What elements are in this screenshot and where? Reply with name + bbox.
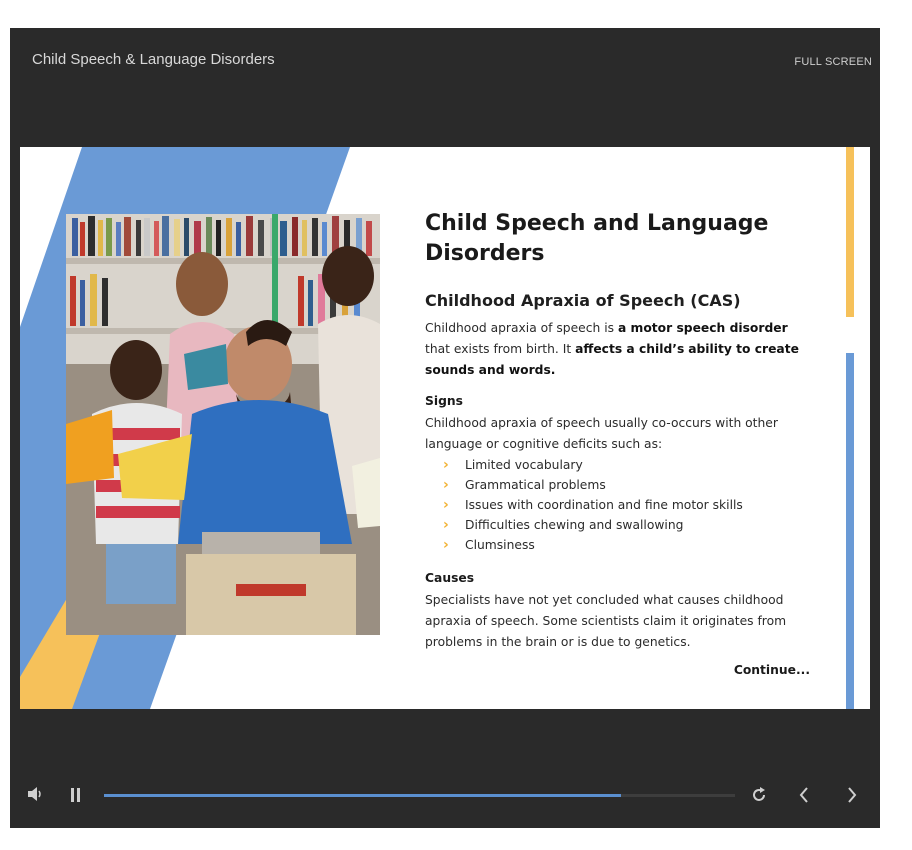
intro-text-1: Childhood apraxia of speech is bbox=[425, 321, 618, 335]
chevron-right-icon: › bbox=[443, 537, 449, 553]
previous-icon[interactable] bbox=[798, 787, 810, 803]
slide-text: Child Speech and Language Disorders Chil… bbox=[425, 209, 810, 677]
chevron-right-icon: › bbox=[443, 477, 449, 493]
signs-heading: Signs bbox=[425, 394, 463, 408]
classroom-photo bbox=[66, 214, 380, 635]
accent-bar-blue bbox=[846, 353, 854, 709]
volume-icon[interactable] bbox=[26, 786, 46, 802]
continue-link[interactable]: Continue... bbox=[425, 663, 810, 677]
intro-bold-1: a motor speech disorder bbox=[617, 321, 788, 335]
slide-player: Child Speech & Language Disorders FULL S… bbox=[10, 28, 880, 828]
list-item-label: Issues with coordination and fine motor … bbox=[465, 498, 743, 512]
playback-controls bbox=[10, 780, 880, 810]
pause-icon[interactable] bbox=[70, 788, 82, 802]
replay-icon[interactable] bbox=[751, 787, 767, 803]
signs-list: › Limited vocabulary › Grammatical problem… bbox=[425, 455, 810, 555]
list-item: › Limited vocabulary bbox=[443, 455, 810, 475]
chevron-right-icon: › bbox=[443, 457, 449, 473]
list-item: › Clumsiness bbox=[443, 535, 810, 555]
intro-bold-2: affects a child’s bbox=[575, 342, 685, 356]
progress-track[interactable] bbox=[104, 794, 735, 797]
progress-fill bbox=[104, 794, 622, 797]
chevron-right-icon: › bbox=[443, 497, 449, 513]
list-item-label: Grammatical problems bbox=[465, 478, 606, 492]
intro-paragraph: Childhood apraxia of speech is a motor s… bbox=[425, 318, 810, 381]
slide-canvas: Child Speech and Language Disorders Chil… bbox=[20, 147, 870, 709]
slide-heading: Child Speech and Language Disorders bbox=[425, 211, 769, 266]
accent-bar-yellow bbox=[846, 147, 854, 317]
list-item-label: Difficulties chewing and swallowing bbox=[465, 518, 684, 532]
list-item: › Issues with coordination and fine motor… bbox=[443, 495, 810, 515]
full-screen-button[interactable]: FULL SCREEN bbox=[794, 56, 872, 68]
list-item: › Difficulties chewing and swallowing bbox=[443, 515, 810, 535]
chevron-right-icon: › bbox=[443, 517, 449, 533]
signs-paragraph: Childhood apraxia of speech usually co-o… bbox=[425, 416, 778, 451]
list-item-label: Limited vocabulary bbox=[465, 458, 583, 472]
causes-heading: Causes bbox=[425, 571, 475, 585]
course-title: Child Speech & Language Disorders bbox=[32, 51, 275, 68]
list-item-label: Clumsiness bbox=[465, 538, 535, 552]
intro-text-2: that exists from birth. It bbox=[425, 342, 576, 356]
causes-paragraph: Specialists have not yet concluded what … bbox=[425, 593, 787, 649]
list-item: › Grammatical problems bbox=[443, 475, 810, 495]
next-icon[interactable] bbox=[846, 787, 858, 803]
section-heading: Childhood Apraxia of Speech (CAS) bbox=[425, 291, 741, 310]
